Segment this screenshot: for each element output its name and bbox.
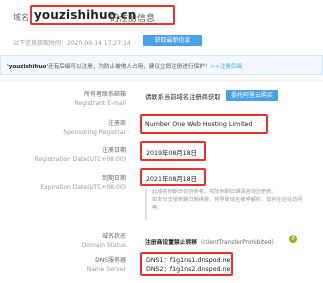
highlight-dns-box <box>140 252 233 276</box>
highlight-registration-box <box>140 141 206 161</box>
buy-via-aliyun-button[interactable]: 委托阿里云购买 <box>226 90 278 101</box>
query-time-text: 以下信息获取时间：2020-09-14 17:27:14 <box>13 40 131 47</box>
highlight-domain-box <box>30 5 175 25</box>
register-suffix-link[interactable]: >>注册后缀 <box>210 64 242 70</box>
refresh-info-button[interactable]: 获取最新信息 <box>143 35 202 46</box>
domain-status-label: 域名状态 Domain Status <box>81 233 126 249</box>
section-divider <box>0 80 323 81</box>
registration-date-label: 注册日期 Registration Date(UTC+08:00) <box>34 147 126 163</box>
highlight-registrar-box <box>140 114 268 134</box>
notice-domain: 'youzishihuo' <box>7 64 49 70</box>
registrant-email-label: 所有者联系邮箱 Registrant E-mail <box>74 91 126 107</box>
expiration-date-label: 到期日期 Expiration Date(UTC+08:00) <box>40 175 126 191</box>
registrar-label: 注册商 Sponsoring Registrar <box>63 120 126 136</box>
notice-message: 还有后缀可以注册，为防止被他人占用，建议立即注册进行保护！ <box>48 64 211 70</box>
notice-text: 'youzishihuo'还有后缀可以注册，为防止被他人占用，建议立即注册进行保… <box>7 62 242 70</box>
domain-status-value: 注册商设置禁止转移（clientTransferProhibited） <box>145 240 278 246</box>
help-circle-icon[interactable]: ? <box>289 235 297 243</box>
suffix-notice-bar: 'youzishihuo'还有后缀可以注册，为防止被他人占用，建议立即注册进行保… <box>0 55 323 75</box>
highlight-expiration-box <box>140 168 206 186</box>
date-disclaimer-note: 此域名到期日仅供参考。实际到期日期请咨询注册商。 如本仅支援到期日期续费，将导致… <box>145 188 321 220</box>
header-prefix: 域名 <box>13 13 29 22</box>
registrant-email-value: 请联系当前域名注册商获取 <box>145 94 221 101</box>
dns-label: DNS服务器 Name Server <box>86 257 126 273</box>
